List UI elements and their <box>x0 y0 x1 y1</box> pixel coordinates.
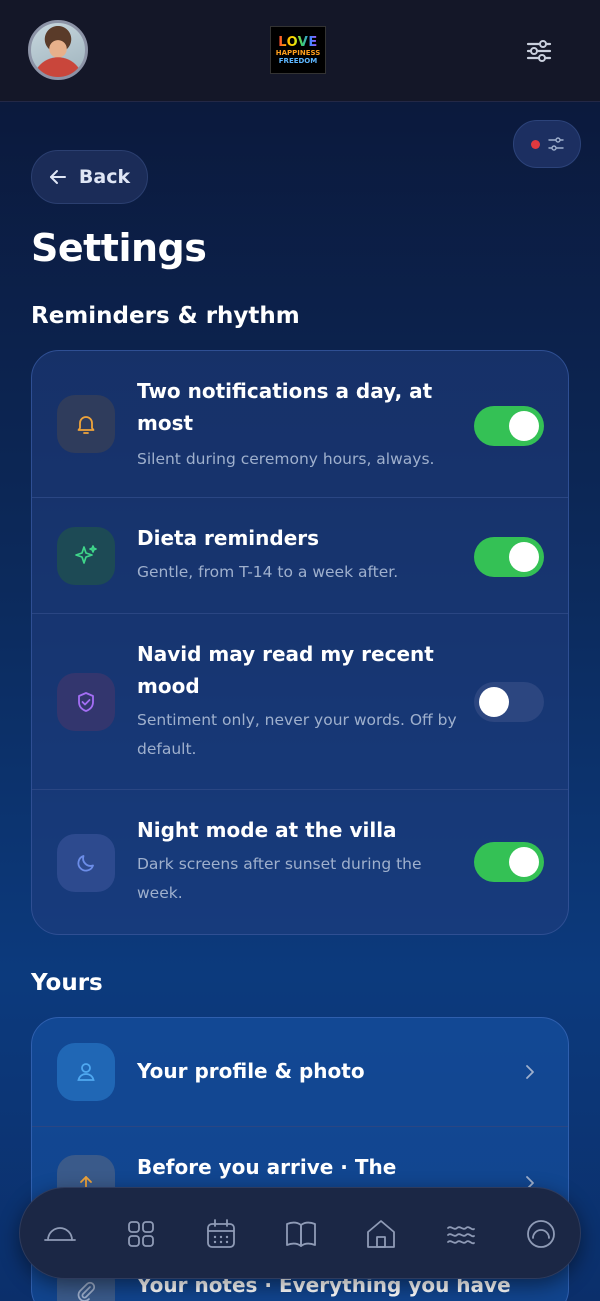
setting-subtitle: Sentiment only, never your words. Off by… <box>137 711 457 758</box>
logo-line-2: HAPPINESS <box>275 48 321 57</box>
moon-icon-tile <box>57 834 115 892</box>
bottom-nav <box>19 1187 581 1279</box>
book-icon[interactable] <box>283 1216 319 1252</box>
shield-icon-tile <box>57 673 115 731</box>
setting-title: Night mode at the villa <box>137 818 397 842</box>
logo-line-3: FREEDOM <box>278 56 318 65</box>
moon-icon <box>77 855 94 872</box>
setting-subtitle: Silent during ceremony hours, always. <box>137 450 435 468</box>
sparkle-icon <box>75 545 97 564</box>
page-title: Settings <box>31 226 207 270</box>
filter-button[interactable] <box>513 120 581 168</box>
brand-logo[interactable]: LOVE HAPPINESS FREEDOM <box>270 26 326 74</box>
sliders-icon[interactable] <box>524 36 554 66</box>
link-title: Your profile & photo <box>137 1059 365 1083</box>
night-mode-toggle[interactable] <box>474 842 544 882</box>
toggle-knob <box>509 847 539 877</box>
sparkle-icon-tile <box>57 527 115 585</box>
section-title-yours: Yours <box>31 970 103 996</box>
avatar[interactable] <box>28 20 88 80</box>
waves-icon[interactable] <box>443 1216 479 1252</box>
shield-check-icon <box>78 692 94 712</box>
toggle-knob <box>479 687 509 717</box>
grid-icon[interactable] <box>123 1216 159 1252</box>
notifications-toggle[interactable] <box>474 406 544 446</box>
top-bar: LOVE HAPPINESS FREEDOM <box>0 0 600 102</box>
user-icon <box>77 1063 95 1081</box>
link-row-profile[interactable]: Your profile & photo <box>32 1018 568 1127</box>
link-title: Before you arrive · The <box>137 1155 397 1179</box>
setting-title: Two notifications a day, at most <box>137 379 433 435</box>
setting-row-night-mode[interactable]: Night mode at the villa Dark screens aft… <box>32 790 568 934</box>
paperclip-icon <box>77 1281 96 1301</box>
bell-icon <box>77 416 95 434</box>
logo-line-1: LOVE <box>278 34 318 50</box>
chevron-right-icon <box>526 1065 534 1079</box>
setting-row-notifications[interactable]: Two notifications a day, at most Silent … <box>32 351 568 498</box>
section-title-reminders: Reminders & rhythm <box>31 303 300 329</box>
toggle-knob <box>509 411 539 441</box>
setting-row-dieta[interactable]: Dieta reminders Gentle, from T-14 to a w… <box>32 498 568 614</box>
notification-dot <box>530 139 540 149</box>
home-icon[interactable] <box>363 1216 399 1252</box>
setting-subtitle: Gentle, from T-14 to a week after. <box>137 563 399 581</box>
circle-gauge-icon[interactable] <box>523 1216 559 1252</box>
reminders-card: Two notifications a day, at most Silent … <box>31 350 569 935</box>
horizon-icon[interactable] <box>42 1216 78 1252</box>
user-icon-tile <box>57 1043 115 1101</box>
back-button[interactable]: Back <box>31 150 148 204</box>
arrow-left-icon <box>49 170 66 184</box>
bell-icon-tile <box>57 395 115 453</box>
setting-title: Dieta reminders <box>137 526 320 550</box>
toggle-knob <box>509 542 539 572</box>
back-label: Back <box>78 166 131 188</box>
setting-subtitle: Dark screens after sunset during the wee… <box>137 855 422 902</box>
calendar-icon[interactable] <box>203 1216 239 1252</box>
mood-toggle[interactable] <box>474 682 544 722</box>
dieta-toggle[interactable] <box>474 537 544 577</box>
setting-title: Navid may read my recent mood <box>137 642 434 698</box>
filter-icon <box>547 137 564 151</box>
setting-row-mood[interactable]: Navid may read my recent mood Sentiment … <box>32 614 568 790</box>
